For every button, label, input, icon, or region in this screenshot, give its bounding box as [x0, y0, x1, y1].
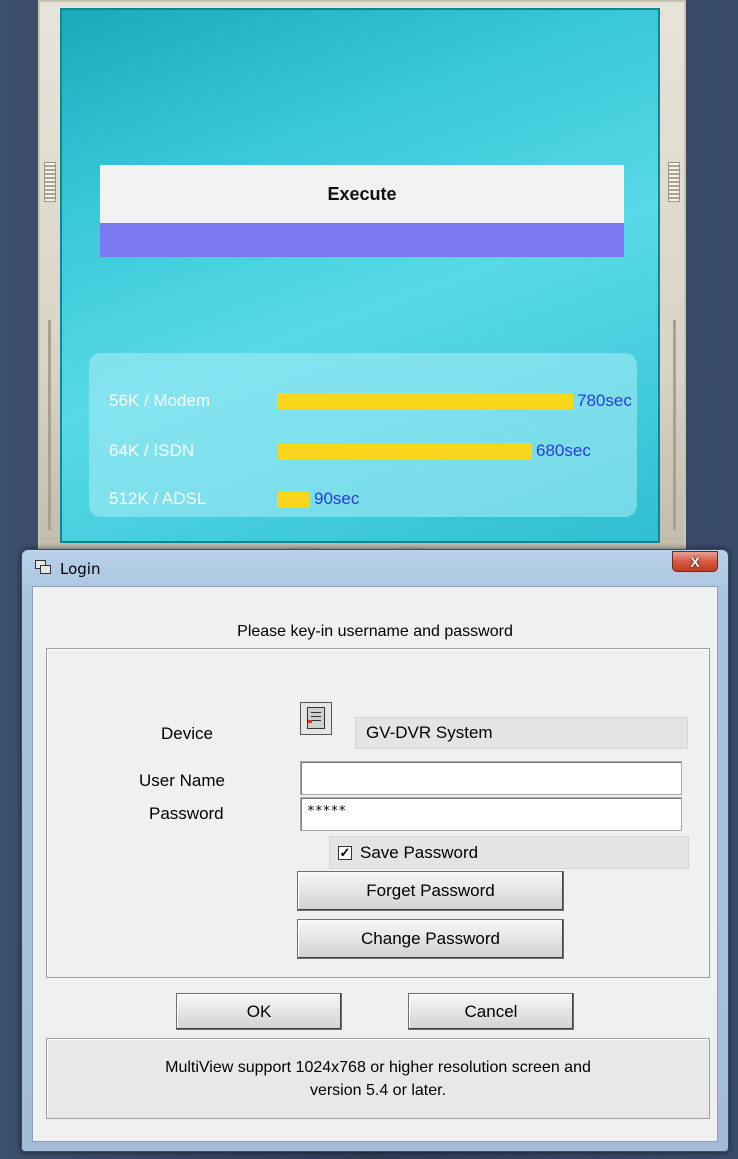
change-password-label: Change Password: [361, 929, 500, 948]
username-label: User Name: [139, 771, 225, 790]
dialog-client-area: Please key-in username and password Devi…: [32, 586, 718, 1142]
speed-row-adsl: 512K / ADSL 90sec: [109, 487, 359, 511]
forget-password-label: Forget Password: [366, 881, 495, 900]
info-text-line-2: version 5.4 or later.: [309, 1081, 447, 1099]
execute-label: Execute: [100, 165, 624, 223]
dialog-title: Login: [60, 560, 101, 578]
left-rail: [48, 320, 51, 530]
save-password-row: ✓ Save Password: [329, 836, 689, 869]
speed-value: 90sec: [314, 489, 360, 508]
close-icon: X: [690, 553, 700, 570]
password-label: Password: [149, 804, 224, 823]
speed-value: 780sec: [577, 391, 632, 410]
device-field: GV-DVR System: [355, 717, 688, 749]
multiview-app-icon: [35, 560, 53, 576]
speed-label: 64K / ISDN: [109, 441, 195, 460]
speed-value: 680sec: [536, 441, 591, 460]
right-grip-icon: [668, 162, 680, 202]
login-dialog: Login X Please key-in username and passw…: [21, 549, 729, 1152]
connection-speed-panel: 56K / Modem 780sec 64K / ISDN 680sec 512…: [89, 353, 637, 517]
speed-row-modem: 56K / Modem 780sec: [109, 389, 632, 413]
change-password-button[interactable]: Change Password: [297, 919, 564, 959]
execute-panel: Execute: [100, 165, 624, 257]
speed-bar: [277, 490, 310, 508]
speed-bar: [277, 442, 532, 460]
execute-progress-bar: [100, 223, 624, 257]
ok-label: OK: [246, 1001, 272, 1021]
speed-row-isdn: 64K / ISDN 680sec: [109, 439, 591, 463]
ok-button[interactable]: OK: [176, 993, 342, 1030]
forget-password-button[interactable]: Forget Password: [297, 871, 564, 911]
cancel-button[interactable]: Cancel: [408, 993, 574, 1030]
resolution-info-box: MultiView support 1024x768 or higher res…: [46, 1038, 710, 1119]
left-grip-icon: [44, 162, 56, 202]
device-label: Device: [161, 724, 213, 743]
username-input[interactable]: [300, 761, 682, 795]
password-input[interactable]: *****: [300, 797, 682, 831]
speed-bar: [277, 392, 573, 410]
dialog-titlebar[interactable]: Login X: [22, 550, 728, 586]
save-password-label: Save Password: [360, 842, 479, 862]
info-text-line-1: MultiView support 1024x768 or higher res…: [165, 1058, 591, 1076]
speed-label: 56K / Modem: [109, 391, 211, 410]
speed-label: 512K / ADSL: [109, 489, 207, 508]
save-password-checkbox[interactable]: ✓: [338, 845, 352, 860]
cancel-label: Cancel: [464, 1001, 518, 1021]
dvr-device-icon: [300, 702, 332, 735]
close-button[interactable]: X: [672, 551, 718, 572]
right-rail: [673, 320, 676, 530]
preview-screen: Execute 56K / Modem 780sec 64K / ISDN 68…: [60, 8, 660, 543]
login-prompt: Please key-in username and password: [237, 623, 513, 640]
